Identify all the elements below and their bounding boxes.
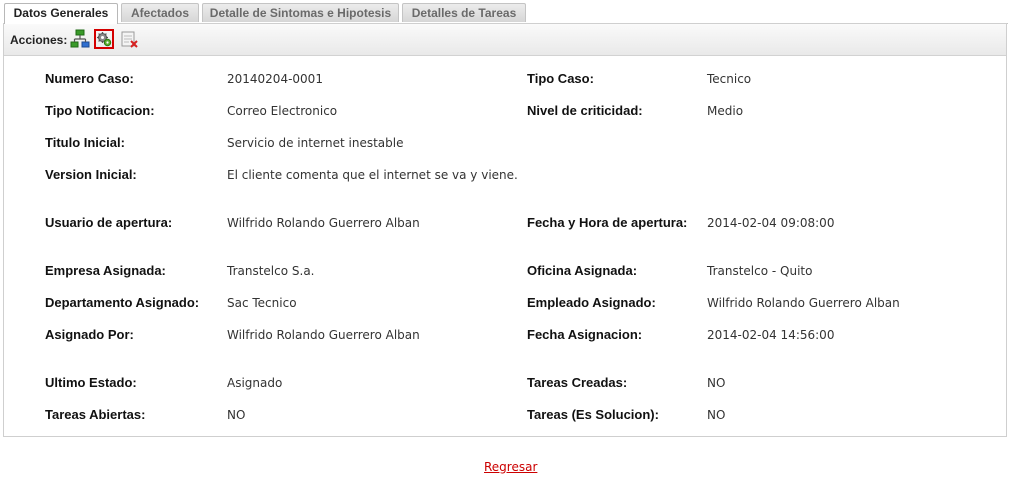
empresa-asignada-value: Transtelco S.a. <box>227 264 315 278</box>
tipo-caso-value: Tecnico <box>707 72 752 86</box>
titulo-inicial-label: Titulo Inicial: <box>45 135 125 150</box>
fecha-apertura-label: Fecha y Hora de apertura: <box>527 215 688 230</box>
tareas-abiertas-value: NO <box>227 408 246 422</box>
numero-caso-value: 20140204-0001 <box>227 72 323 86</box>
tipo-caso-label: Tipo Caso: <box>527 71 594 86</box>
tab-datos-generales[interactable]: Datos Generales <box>4 3 118 24</box>
network-icon[interactable] <box>70 29 90 49</box>
empresa-asignada-label: Empresa Asignada: <box>45 263 166 278</box>
version-inicial-label: Version Inicial: <box>45 167 137 182</box>
empleado-asignado-label: Empleado Asignado: <box>527 295 656 310</box>
gear-settings-icon[interactable] <box>94 29 114 49</box>
ultimo-estado-label: Ultimo Estado: <box>45 375 137 390</box>
departamento-asignado-value: Sac Tecnico <box>227 296 297 310</box>
asignado-por-label: Asignado Por: <box>45 327 134 342</box>
departamento-asignado-label: Departamento Asignado: <box>45 295 200 310</box>
tipo-notificacion-label: Tipo Notificacion: <box>45 103 155 118</box>
version-inicial-value: El cliente comenta que el internet se va… <box>227 168 518 182</box>
asignado-por-value: Wilfrido Rolando Guerrero Alban <box>227 328 420 342</box>
oficina-asignada-value: Transtelco - Quito <box>707 264 813 278</box>
titulo-inicial-value: Servicio de internet inestable <box>227 136 404 150</box>
oficina-asignada-label: Oficina Asignada: <box>527 263 638 278</box>
tipo-notificacion-value: Correo Electronico <box>227 104 338 118</box>
close-document-icon[interactable] <box>120 29 140 49</box>
nivel-criticidad-value: Medio <box>707 104 744 118</box>
fecha-asignacion-label: Fecha Asignacion: <box>527 327 643 342</box>
tab-afectados[interactable]: Afectados <box>121 3 199 22</box>
tab-detalle-sintomas[interactable]: Detalle de Sintomas e Hipotesis <box>202 3 399 22</box>
nivel-criticidad-label: Nivel de criticidad: <box>527 103 643 118</box>
numero-caso-label: Numero Caso: <box>45 71 134 86</box>
regresar-link[interactable]: Regresar <box>484 460 537 474</box>
empleado-asignado-value: Wilfrido Rolando Guerrero Alban <box>707 296 900 310</box>
tareas-solucion-label: Tareas (Es Solucion): <box>527 407 659 422</box>
tab-detalles-tareas[interactable]: Detalles de Tareas <box>402 3 526 22</box>
ultimo-estado-value: Asignado <box>227 376 283 390</box>
acciones-label: Acciones: <box>10 33 68 47</box>
tareas-creadas-value: NO <box>707 376 726 390</box>
tareas-solucion-value: NO <box>707 408 726 422</box>
fecha-apertura-value: 2014-02-04 09:08:00 <box>707 216 835 230</box>
fecha-asignacion-value: 2014-02-04 14:56:00 <box>707 328 835 342</box>
datos-generales-panel: Acciones: <box>3 23 1007 437</box>
usuario-apertura-label: Usuario de apertura: <box>45 215 173 230</box>
usuario-apertura-value: Wilfrido Rolando Guerrero Alban <box>227 216 420 230</box>
tareas-creadas-label: Tareas Creadas: <box>527 375 628 390</box>
actions-toolbar: Acciones: <box>4 24 1006 56</box>
tareas-abiertas-label: Tareas Abiertas: <box>45 407 146 422</box>
tab-bar: Datos Generales Afectados Detalle de Sin… <box>4 3 1008 24</box>
